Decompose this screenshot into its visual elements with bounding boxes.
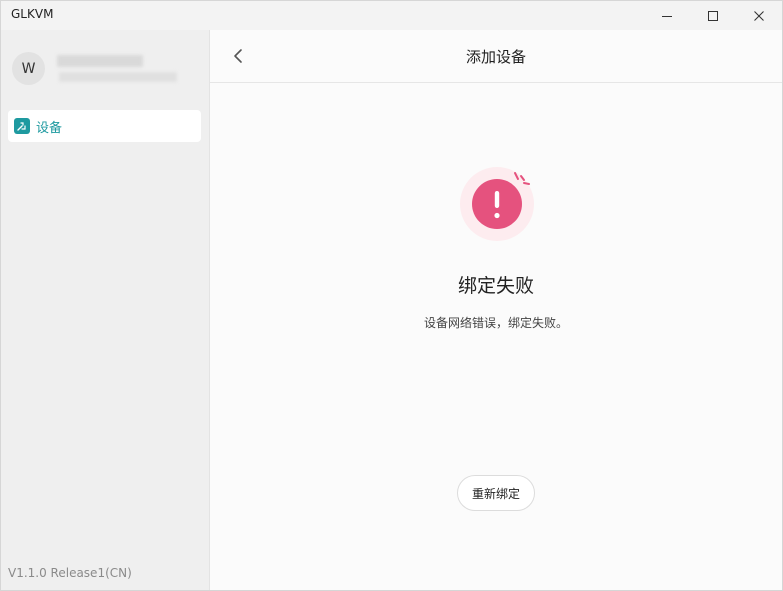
remote-device-icon [14,118,30,134]
error-exclamation-icon [458,164,538,244]
redacted-username [57,55,143,67]
redacted-email [59,72,177,82]
app-title: GLKVM [11,7,54,21]
main-panel: 添加设备 绑定失败 设备网络错误，绑定失败。 重新绑定 [210,30,782,590]
page-title: 添加设备 [465,48,526,66]
title-bar: GLKVM [1,1,782,30]
status-title: 绑定失败 [457,275,534,297]
minimize-button[interactable] [644,1,690,30]
sidebar: W 设备 V1.1.0 Release1(CN) [1,30,210,590]
avatar-initial: W [21,60,36,77]
page-header: 添加设备 [210,30,782,83]
status-message: 设备网络错误，绑定失败。 [423,316,568,330]
sidebar-item-label: 设备 [36,120,63,136]
rebind-button[interactable]: 重新绑定 [457,475,535,511]
minimize-icon [662,15,672,17]
maximize-button[interactable] [690,1,736,30]
app-window: GLKVM W 设备 V1.1.0 Release1(CN) 添加设备 绑定失败… [0,0,783,591]
sidebar-item-devices[interactable]: 设备 [8,110,201,142]
maximize-icon [708,10,718,21]
avatar[interactable]: W [12,52,45,85]
close-icon [754,10,764,21]
close-button[interactable] [736,1,782,30]
version-label: V1.1.0 Release1(CN) [8,566,132,580]
